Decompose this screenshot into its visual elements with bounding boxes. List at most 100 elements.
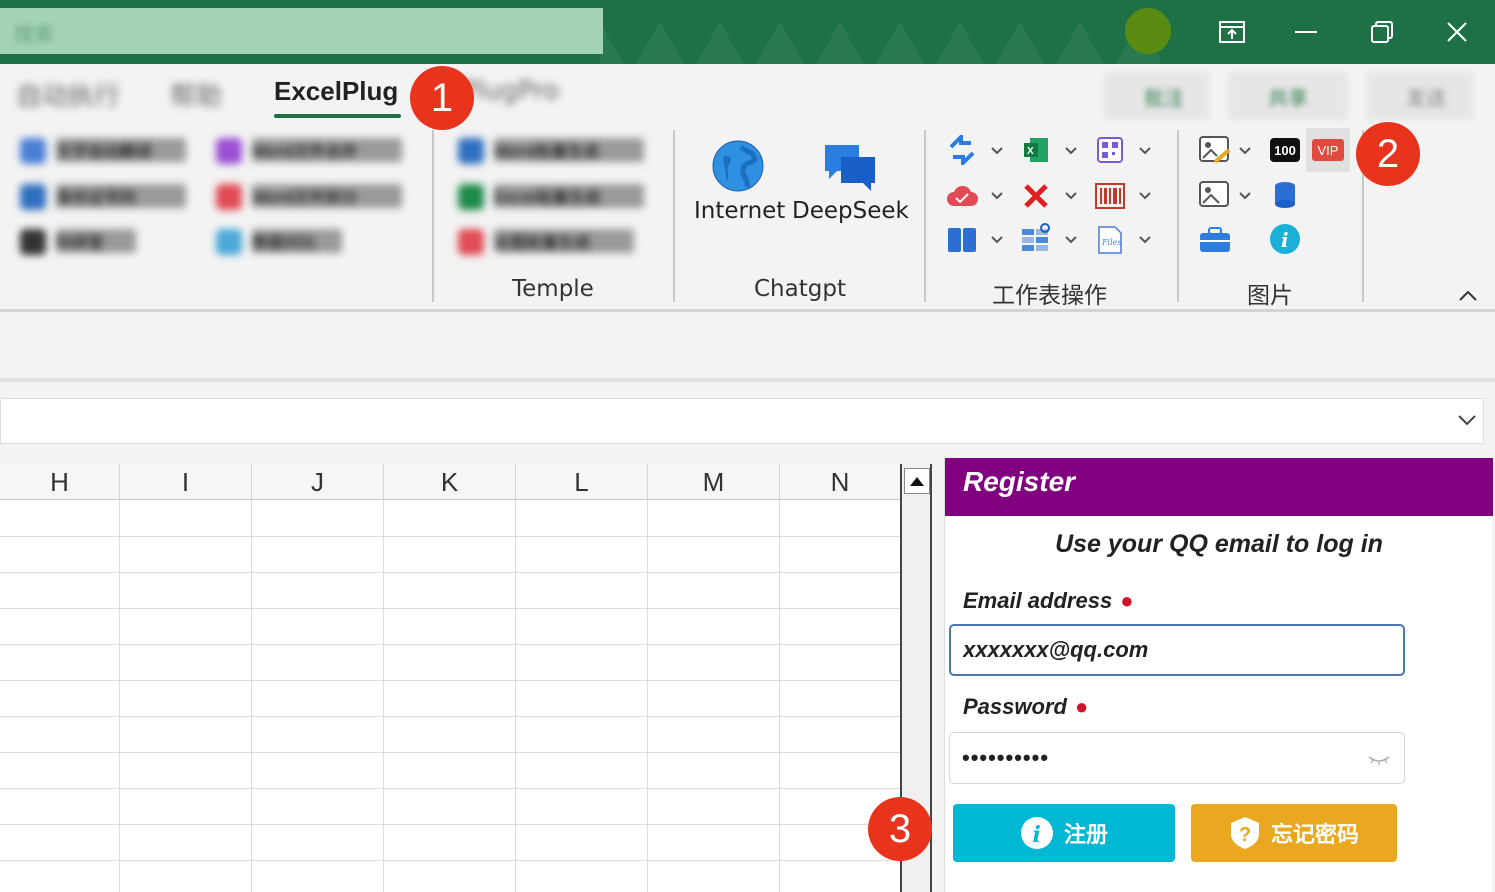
- formula-bar[interactable]: [0, 398, 1484, 444]
- chevron-down-icon[interactable]: [1138, 233, 1152, 247]
- grid-line: [647, 500, 648, 892]
- info-icon: i: [1020, 817, 1053, 849]
- restore-icon[interactable]: [1362, 12, 1402, 52]
- ribbon-item-label: Word文件合并: [252, 138, 402, 162]
- ribbon-item-excel-batch[interactable]: Excel批量生成: [458, 180, 648, 214]
- grid-line: [779, 500, 780, 892]
- chevron-down-icon[interactable]: [1238, 189, 1252, 203]
- forgot-password-button[interactable]: ? 忘记密码: [1191, 804, 1397, 862]
- send-button[interactable]: 发送: [1366, 72, 1474, 120]
- qr-code-icon[interactable]: [1094, 134, 1126, 166]
- register-button[interactable]: i 注册: [953, 804, 1175, 862]
- tab-automate[interactable]: 自动执行: [16, 76, 120, 113]
- tab-plugpro[interactable]: PlugPro: [462, 76, 559, 106]
- ribbon-item-research[interactable]: 科研室: [20, 225, 150, 259]
- ribbon-item-image-batch[interactable]: 论图批量生成: [458, 225, 638, 259]
- group-label-chatgpt: Chatgpt: [754, 276, 846, 302]
- group-label-temple: Temple: [512, 276, 594, 302]
- tab-excelplug[interactable]: ExcelPlug: [274, 76, 398, 107]
- ribbon-item-compare[interactable]: 数据对比: [216, 225, 346, 259]
- ribbon-item-label: 文字自动翻译: [56, 138, 186, 162]
- word-merge-icon: [216, 138, 242, 164]
- search-box[interactable]: 搜索: [0, 8, 603, 54]
- info-icon[interactable]: i: [1268, 222, 1302, 256]
- svg-text:?: ?: [1239, 824, 1251, 846]
- chevron-down-icon[interactable]: [990, 189, 1004, 203]
- avatar[interactable]: [1125, 8, 1171, 54]
- required-mark: ●: [1074, 694, 1089, 719]
- column-header-i[interactable]: I: [120, 464, 252, 500]
- register-subtitle: Use your QQ email to log in: [1055, 530, 1383, 558]
- chevron-down-icon[interactable]: [1238, 144, 1252, 158]
- grid-line: [0, 644, 900, 645]
- column-header-m[interactable]: M: [648, 464, 780, 500]
- internet-label[interactable]: Internet: [694, 198, 785, 224]
- grid-line: [0, 788, 900, 789]
- column-header-j[interactable]: J: [252, 464, 384, 500]
- email-field[interactable]: [949, 624, 1405, 676]
- cloud-check-icon[interactable]: [946, 180, 978, 212]
- ribbon-item-translate[interactable]: 文字自动翻译: [20, 134, 200, 168]
- ribbon-item-word-split[interactable]: Word文件拆分: [216, 180, 406, 214]
- chat-bubbles-icon[interactable]: [822, 138, 878, 194]
- scroll-up-button[interactable]: [904, 468, 930, 494]
- password-label: Password ●: [963, 694, 1088, 720]
- password-label-text: Password: [963, 694, 1067, 719]
- vip-button[interactable]: VIP: [1306, 128, 1350, 172]
- ribbon-item-word-batch[interactable]: Word批量生成: [458, 134, 648, 168]
- group-label-pictures: 图片: [1247, 283, 1293, 309]
- active-tab-underline: [274, 114, 401, 118]
- collapse-ribbon-icon[interactable]: [1458, 290, 1478, 302]
- chevron-down-icon[interactable]: [1064, 233, 1078, 247]
- score-100-icon[interactable]: 100: [1270, 138, 1300, 162]
- ribbon-item-word-merge[interactable]: Word文件合并: [216, 134, 406, 168]
- chevron-down-icon[interactable]: [1064, 144, 1078, 158]
- share-button[interactable]: 共享: [1228, 72, 1348, 120]
- close-icon[interactable]: [1437, 12, 1477, 52]
- table-search-icon[interactable]: [1020, 222, 1054, 256]
- column-header-l[interactable]: L: [516, 464, 648, 500]
- chevron-down-icon[interactable]: [990, 233, 1004, 247]
- password-value: ••••••••••: [962, 745, 1050, 770]
- svg-text:Files: Files: [1101, 238, 1122, 247]
- barcode-icon[interactable]: [1094, 180, 1126, 212]
- grid-line: [0, 680, 900, 681]
- ribbon-item-label: Word批量生成: [494, 138, 644, 162]
- step-badge-1: 1: [410, 66, 474, 130]
- deepseek-label[interactable]: DeepSeek: [792, 198, 909, 224]
- expand-formula-icon[interactable]: [1457, 413, 1477, 427]
- grid-line: [383, 500, 384, 892]
- files-icon[interactable]: Files: [1094, 224, 1126, 256]
- comments-button[interactable]: 批注: [1104, 72, 1210, 120]
- image-edit-icon[interactable]: [1198, 134, 1232, 166]
- database-vba-icon[interactable]: [1272, 180, 1298, 210]
- column-header-k[interactable]: K: [384, 464, 516, 500]
- eye-closed-icon[interactable]: [1368, 755, 1390, 765]
- register-header: Register: [945, 458, 1493, 516]
- spreadsheet-grid[interactable]: H I J K L M N: [0, 464, 900, 892]
- globe-icon[interactable]: [710, 138, 766, 194]
- image-icon[interactable]: [1198, 180, 1232, 210]
- ribbon-item-id-number[interactable]: 身份证号码: [20, 180, 200, 214]
- id-card-icon: [20, 184, 46, 210]
- register-title: Register: [963, 466, 1076, 497]
- toolbox-icon[interactable]: [1198, 224, 1232, 256]
- excel-batch-icon: [458, 184, 484, 210]
- column-header-n[interactable]: N: [780, 464, 900, 500]
- book-columns-icon[interactable]: [946, 224, 978, 256]
- excel-sheet-icon[interactable]: X: [1020, 134, 1052, 166]
- register-panel: Register Use your QQ email to log in Ema…: [944, 458, 1493, 892]
- required-mark: ●: [1120, 588, 1134, 613]
- delete-x-icon[interactable]: [1020, 180, 1052, 212]
- chevron-down-icon[interactable]: [990, 144, 1004, 158]
- minimize-icon[interactable]: [1286, 12, 1326, 52]
- tab-help[interactable]: 帮助: [170, 76, 222, 113]
- sync-arrows-icon[interactable]: [946, 134, 978, 166]
- chevron-down-icon[interactable]: [1138, 189, 1152, 203]
- ribbon-display-icon[interactable]: [1212, 12, 1252, 52]
- chevron-down-icon[interactable]: [1138, 144, 1152, 158]
- password-field[interactable]: ••••••••••: [949, 732, 1405, 784]
- column-header-h[interactable]: H: [0, 464, 120, 500]
- svg-text:i: i: [1032, 822, 1040, 848]
- chevron-down-icon[interactable]: [1064, 189, 1078, 203]
